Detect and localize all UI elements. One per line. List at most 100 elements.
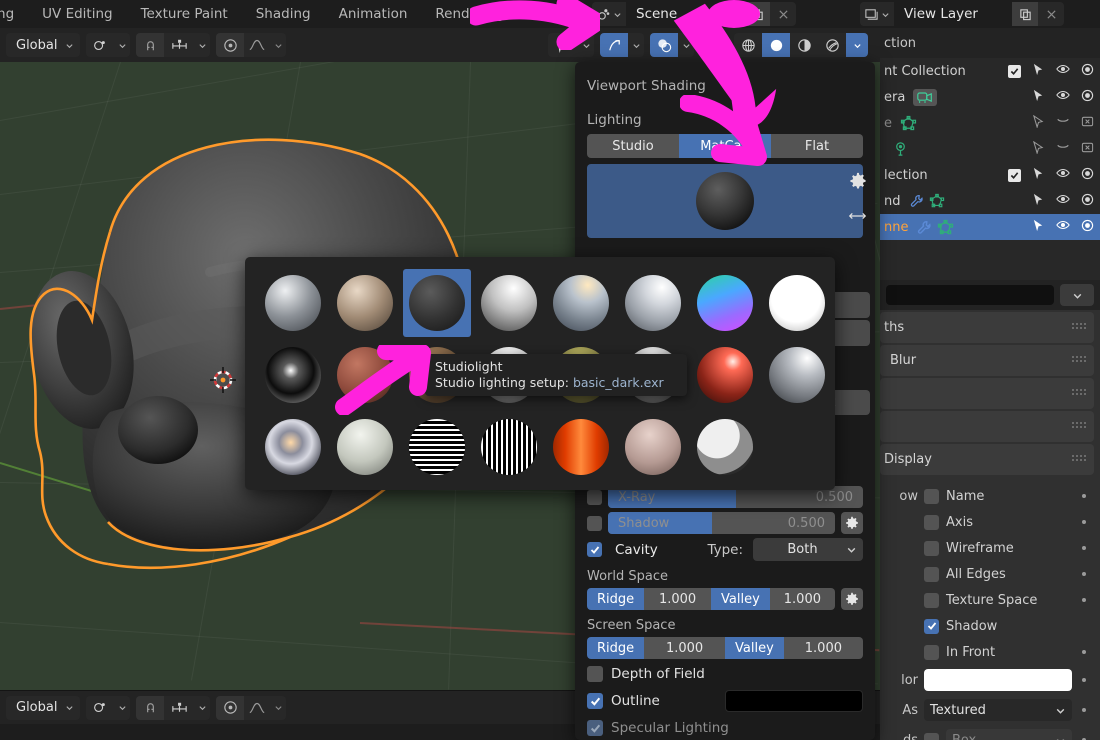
properties-panel-paths[interactable]: ths: [880, 312, 1094, 343]
eye-icon[interactable]: [1056, 63, 1070, 79]
object-color-swatch[interactable]: [924, 669, 1072, 691]
hidden-button-2[interactable]: [830, 320, 870, 346]
animate-dot[interactable]: [1082, 494, 1086, 498]
object-visibility-icon[interactable]: [548, 33, 578, 57]
snap-chevron-down-icon[interactable]: [194, 33, 211, 57]
view-layer-icon[interactable]: [860, 2, 894, 26]
matcap-item-14[interactable]: [691, 341, 759, 409]
wireframe-shading-icon[interactable]: [734, 33, 762, 57]
properties-search-input[interactable]: [886, 285, 1054, 305]
cursor-select-icon[interactable]: [1032, 167, 1045, 184]
modifier-mesh-icon[interactable]: [909, 193, 945, 209]
eye-closed-icon[interactable]: [1056, 115, 1070, 131]
properties-panel-display[interactable]: Display: [880, 444, 1094, 475]
camera-off-icon[interactable]: [1081, 115, 1094, 132]
xray-icon[interactable]: [700, 33, 728, 57]
flip-horizontal-icon[interactable]: [848, 210, 867, 226]
depth-of-field-checkbox[interactable]: [587, 666, 603, 682]
animate-dot[interactable]: [1082, 520, 1086, 524]
shadow-slider[interactable]: Shadow 0.500: [608, 512, 835, 534]
outliner-row-light-data[interactable]: [880, 136, 1100, 162]
cavity-checkbox[interactable]: [587, 542, 602, 557]
hidden-button-1[interactable]: [830, 292, 870, 318]
light-data-icon[interactable]: [892, 141, 909, 158]
bounds-checkbox[interactable]: [924, 732, 939, 740]
animate-dot[interactable]: [1082, 678, 1086, 682]
smooth-falloff-icon-bottom[interactable]: [244, 695, 271, 720]
bounds-dropdown[interactable]: Box: [946, 729, 1072, 740]
matcap-item-20-toon[interactable]: [547, 413, 615, 481]
cursor-select-icon[interactable]: [1032, 193, 1045, 210]
falloff-chevron-down-icon[interactable]: [270, 33, 287, 57]
matcap-item-0[interactable]: [259, 269, 327, 337]
display-row-axis[interactable]: Axis: [880, 509, 1100, 535]
workspace-tab-rendering[interactable]: Rendering: [421, 0, 518, 28]
shadow-checkbox[interactable]: [587, 515, 602, 531]
lighting-option-matcap[interactable]: MatCap: [679, 134, 771, 158]
matcap-item-9[interactable]: [331, 341, 399, 409]
display-row-in-front[interactable]: In Front: [880, 639, 1100, 665]
camera-icon[interactable]: [1081, 193, 1094, 210]
matcap-item-4[interactable]: [547, 269, 615, 337]
animate-dot[interactable]: [1082, 650, 1086, 654]
display-row-texture-space[interactable]: Texture Space: [880, 587, 1100, 613]
matcap-item-19-stripes-vertical[interactable]: [475, 413, 543, 481]
outline-row[interactable]: Outline: [587, 690, 863, 712]
eye-icon[interactable]: [1056, 89, 1070, 105]
gear-icon[interactable]: [849, 172, 867, 194]
matcap-item-22-toon-step[interactable]: [691, 413, 759, 481]
mesh-data-icon[interactable]: [900, 115, 917, 132]
display-row-wireframe[interactable]: Wireframe: [880, 535, 1100, 561]
rendered-shading-icon[interactable]: [818, 33, 846, 57]
matcap-item-1[interactable]: [331, 269, 399, 337]
display-checkbox-shadow[interactable]: [924, 618, 939, 634]
gear-icon[interactable]: [841, 588, 863, 610]
display-row-display-as[interactable]: As Textured: [880, 695, 1100, 725]
visibility-chevron-down-icon[interactable]: [578, 33, 594, 57]
workspace-tab-animation[interactable]: Animation: [325, 0, 422, 28]
new-scene-button[interactable]: [744, 2, 770, 26]
workspace-tab-0[interactable]: ting: [0, 0, 28, 28]
smooth-falloff-icon[interactable]: [244, 33, 271, 57]
world-valley[interactable]: Valley 1.000: [711, 588, 835, 610]
pivot-point-icon[interactable]: [86, 33, 115, 57]
display-row-shadow[interactable]: Shadow: [880, 613, 1100, 639]
lighting-option-studio[interactable]: Studio: [587, 134, 679, 158]
new-view-layer-button[interactable]: [1012, 2, 1038, 26]
display-row-name[interactable]: ow Name: [880, 483, 1100, 509]
animate-dot[interactable]: [1082, 598, 1086, 602]
shading-popover-chevron-down-icon[interactable]: [846, 33, 868, 57]
cursor-select-icon[interactable]: [1032, 89, 1045, 106]
outliner-row-scene-collection[interactable]: nt Collection: [880, 58, 1100, 84]
display-row-color[interactable]: lor: [880, 665, 1100, 695]
falloff-chevron-down-icon-bottom[interactable]: [270, 695, 287, 720]
matcap-item-21-skin[interactable]: [619, 413, 687, 481]
camera-off-icon[interactable]: [1081, 141, 1094, 158]
pivot-chevron-down-icon-bottom[interactable]: [114, 695, 131, 720]
matcap-item-16[interactable]: [259, 413, 327, 481]
overlays-chevron-down-icon[interactable]: [678, 33, 694, 57]
properties-options-chevron-down-icon[interactable]: [1060, 284, 1094, 306]
matcap-preview-button[interactable]: [587, 164, 863, 238]
camera-icon[interactable]: [1081, 89, 1094, 106]
matcap-item-17[interactable]: [331, 413, 399, 481]
matcap-item-2-basic-dark[interactable]: [403, 269, 471, 337]
gizmo-chevron-down-icon[interactable]: [628, 33, 644, 57]
properties-panel-blur[interactable]: Blur: [880, 345, 1094, 376]
proportional-edit-icon[interactable]: [216, 33, 245, 57]
eye-icon[interactable]: [1056, 219, 1070, 235]
camera-icon[interactable]: [1081, 167, 1094, 184]
animate-dot[interactable]: [1082, 708, 1086, 712]
workspace-tab-texture-paint[interactable]: Texture Paint: [127, 0, 242, 28]
remove-view-layer-button[interactable]: [1038, 2, 1064, 26]
cursor-select-icon[interactable]: [1032, 63, 1045, 80]
lighting-option-flat[interactable]: Flat: [771, 134, 863, 158]
matcap-item-7[interactable]: [763, 269, 831, 337]
magnet-icon[interactable]: [136, 33, 165, 57]
animate-dot[interactable]: [1082, 546, 1086, 550]
matcap-item-3[interactable]: [475, 269, 543, 337]
matcap-item-8[interactable]: [259, 341, 327, 409]
display-checkbox-in-front[interactable]: [924, 644, 939, 660]
magnet-icon-bottom[interactable]: [136, 695, 165, 720]
solid-shading-icon[interactable]: [762, 33, 790, 57]
